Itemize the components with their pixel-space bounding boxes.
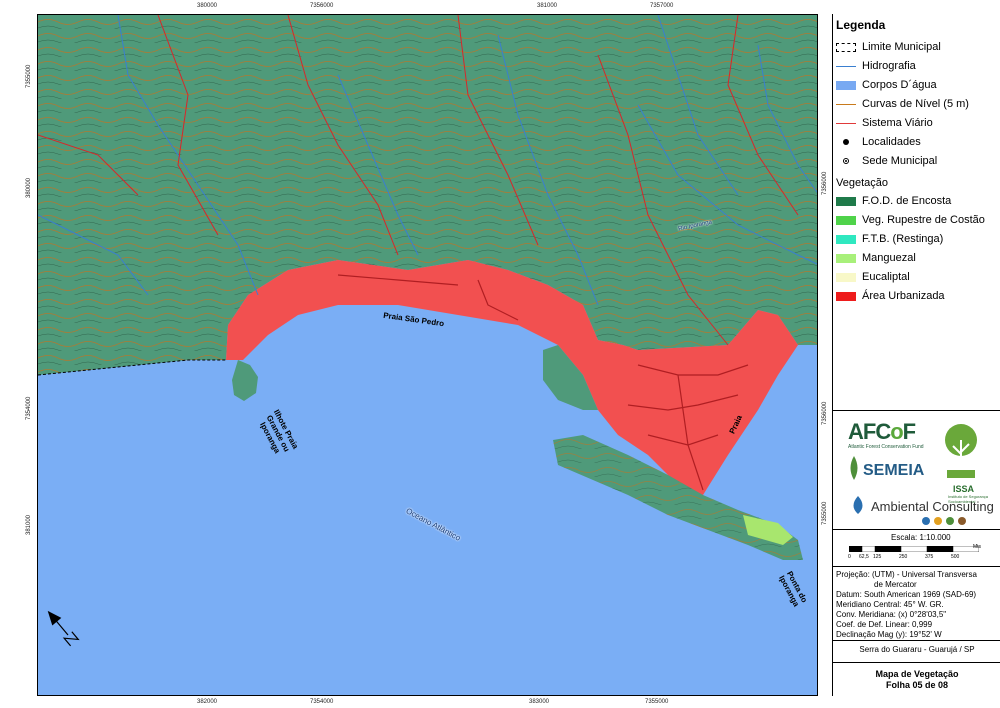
eucaliptal-swatch-icon: [836, 271, 856, 283]
legend-item-sede: Sede Municipal: [836, 152, 937, 170]
legend-item-hidrografia: Hidrografia: [836, 57, 916, 75]
coord-bottom-2: 7354000: [310, 699, 334, 705]
map-title: Mapa de Vegetação Folha 05 de 08: [875, 669, 959, 690]
map-drawing: [38, 15, 817, 695]
legend-veg-restinga: F.T.B. (Restinga): [836, 230, 943, 248]
restinga-swatch-icon: [836, 233, 856, 245]
scale-unit: Mts: [973, 544, 982, 550]
dot-icon: [836, 136, 856, 148]
scale-bar: [849, 546, 979, 552]
scale-tick-1: 62,5: [859, 554, 869, 560]
scale-tick-2: 125: [873, 554, 882, 560]
ambiental-drop-icon: [853, 496, 863, 514]
coord-left-3: 7354000: [26, 396, 32, 420]
legend-item-corpos-agua: Corpos D´água: [836, 76, 937, 94]
coord-left-1: 7355000: [26, 64, 32, 88]
divider-logos: [833, 410, 1000, 411]
contour-line-icon: [836, 98, 856, 110]
scale-tick-3: 250: [899, 554, 908, 560]
coord-right-1: 7356000: [822, 171, 828, 195]
divider-projection: [833, 566, 1000, 567]
scale-tick-0: 0: [848, 554, 851, 560]
legend-veg-rupestre: Veg. Rupestre de Costão: [836, 211, 985, 229]
vegetation-heading: Vegetação: [836, 177, 888, 189]
scale-tick-4: 375: [925, 554, 934, 560]
place-name: Serra do Guararu - Guarujá / SP: [859, 645, 975, 654]
issa-logo: ISSA: [953, 484, 975, 494]
legend-panel: Legenda Limite Municipal Hidrografia Cor…: [832, 14, 1000, 696]
coord-left-2: 380000: [26, 177, 32, 198]
legend-veg-fod: F.O.D. de Encosta: [836, 192, 951, 210]
coord-top-4: 7357000: [650, 3, 674, 9]
legend-veg-urbanizada: Área Urbanizada: [836, 287, 945, 305]
divider-scale: [833, 529, 1000, 530]
legend-item-limite: Limite Municipal: [836, 38, 941, 56]
coord-top-2: 7356000: [310, 3, 334, 9]
legend-item-curvas: Curvas de Nível (5 m): [836, 95, 969, 113]
road-line-icon: [836, 117, 856, 129]
capital-dot-icon: [836, 155, 856, 167]
scale-label: Escala: 1:10.000: [891, 533, 951, 542]
coord-bottom-3: 383000: [529, 699, 550, 705]
ambiental-logo: Ambiental Consulting: [871, 499, 994, 514]
map-canvas[interactable]: Praia São Pedro Ilhote Praia Grande ou I…: [37, 14, 818, 696]
map-sheet: 380000 7356000 381000 7357000 382000 735…: [0, 0, 1000, 708]
ambiental-dots-icon: [922, 517, 966, 525]
divider-title: [833, 662, 1000, 663]
urban-swatch-icon: [836, 290, 856, 302]
afcof-subtitle: Atlantic Forest Conservation Fund: [848, 444, 924, 450]
legend-veg-manguezal: Manguezal: [836, 249, 916, 267]
coord-left-4: 381000: [26, 514, 32, 535]
legend-veg-eucaliptal: Eucaliptal: [836, 268, 910, 286]
coord-bottom-1: 382000: [197, 699, 218, 705]
blue-line-icon: [836, 60, 856, 72]
projection-info: Projeção: (UTM) - Universal Transversa d…: [836, 570, 977, 639]
divider-place: [833, 640, 1000, 641]
water-box-icon: [836, 79, 856, 91]
coord-right-2: 7356000: [822, 401, 828, 425]
legend-item-localidades: Localidades: [836, 133, 921, 151]
afcof-logo: AFCoF: [848, 419, 916, 444]
rupestre-swatch-icon: [836, 214, 856, 226]
legend-title: Legenda: [836, 18, 886, 32]
scale-tick-5: 500: [951, 554, 960, 560]
semeia-logo: SEMEIA: [863, 462, 925, 479]
coord-bottom-4: 7355000: [645, 699, 669, 705]
coord-right-3: 7355000: [822, 501, 828, 525]
coord-top-1: 380000: [197, 3, 218, 9]
fod-swatch-icon: [836, 195, 856, 207]
manguezal-swatch-icon: [836, 252, 856, 264]
dashed-box-icon: [836, 41, 856, 53]
semeia-leaf-icon: [850, 456, 858, 480]
coord-top-3: 381000: [537, 3, 558, 9]
legend-item-viario: Sistema Viário: [836, 114, 933, 132]
issa-tree-icon: [945, 424, 977, 478]
